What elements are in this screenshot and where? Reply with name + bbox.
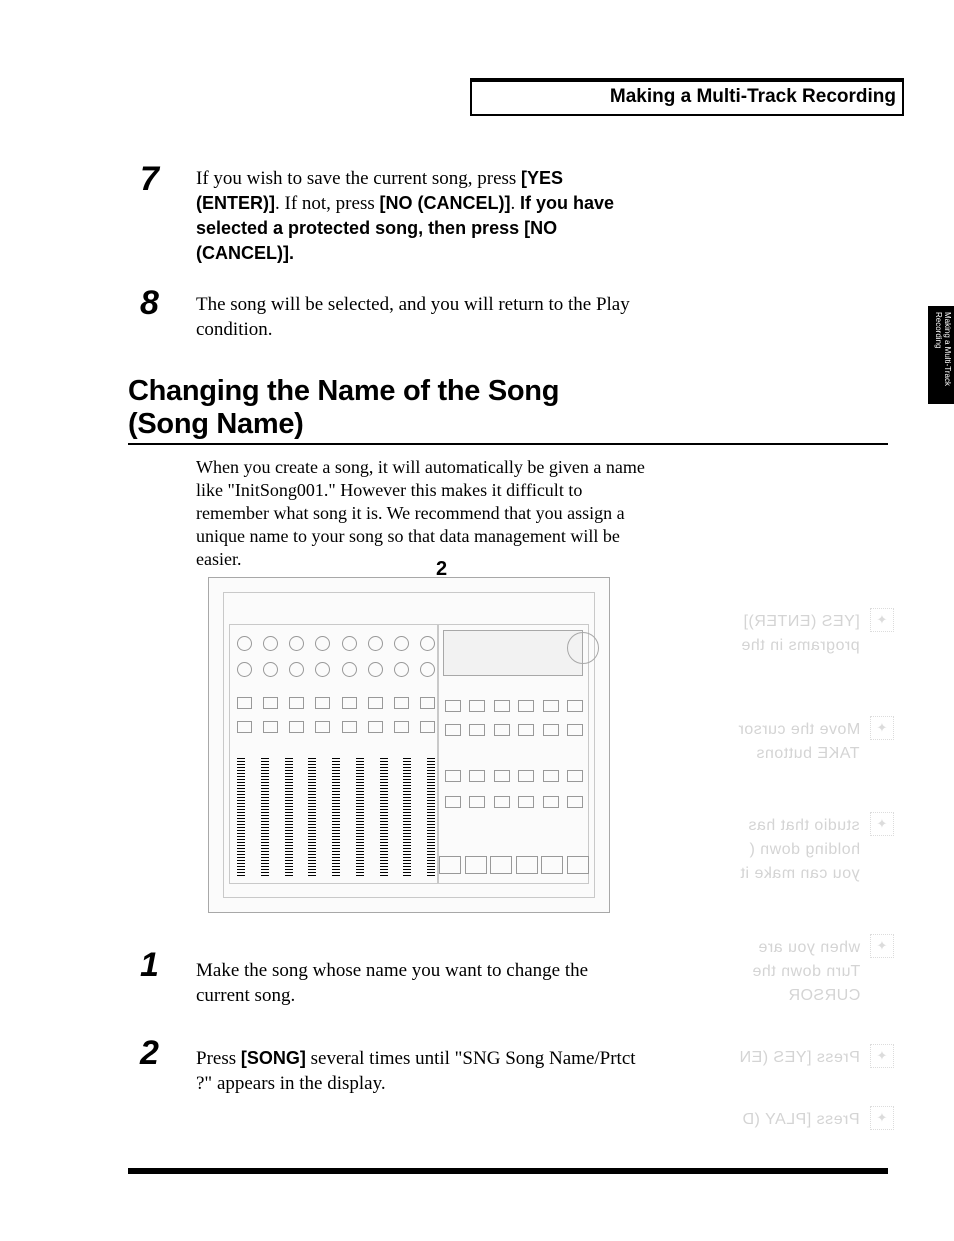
ghost-text: programs in the	[741, 636, 860, 656]
ghost-text: Move the cursor	[738, 720, 860, 740]
step-number-8: 8	[140, 284, 159, 323]
heading-line1: Changing the Name of the Song	[128, 375, 559, 407]
step-number-7: 7	[140, 160, 159, 199]
ghost-text: when you are	[758, 938, 860, 958]
step-text-7: If you wish to save the current song, pr…	[196, 166, 646, 266]
breadcrumb: Making a Multi-Track Recording	[470, 78, 904, 116]
ghost-text: Turn down the	[752, 962, 860, 982]
device-knob-row-2	[237, 658, 435, 680]
device-right-row-1	[445, 698, 583, 714]
device-right-row-4	[445, 794, 583, 810]
side-tab-label: Making a Multi-TrackRecording	[934, 312, 952, 386]
ghost-icon: ✦	[870, 1106, 894, 1130]
ghost-icon: ✦	[870, 934, 894, 958]
device-screen	[443, 630, 583, 676]
ghost-text: studio that has	[748, 816, 860, 836]
ghost-text: you can make it	[740, 864, 860, 884]
device-transport	[439, 854, 589, 876]
section-heading: Changing the Name of the Song (Song Name…	[128, 375, 559, 441]
side-tab: Making a Multi-TrackRecording	[928, 306, 954, 404]
breadcrumb-text: Making a Multi-Track Recording	[610, 86, 896, 107]
ghost-text: Press [PLAY (D	[742, 1110, 860, 1130]
device-right-row-2	[445, 722, 583, 738]
step-text-8: The song will be selected, and you will …	[196, 292, 646, 342]
ghost-text: TAKE buttons	[756, 744, 860, 764]
ghost-text: Press [YES (EN	[739, 1048, 860, 1068]
heading-line2: (Song Name)	[128, 408, 304, 440]
footer-rule	[128, 1168, 888, 1174]
ghost-icon: ✦	[870, 608, 894, 632]
ghost-text: holding down (	[749, 840, 860, 860]
step-number-2: 2	[140, 1034, 159, 1073]
section-intro: When you create a song, it will automati…	[196, 456, 646, 571]
ghost-text: CURSOR	[788, 986, 860, 1006]
device-dial	[567, 632, 599, 664]
device-figure	[208, 577, 610, 913]
ghost-icon: ✦	[870, 716, 894, 740]
step-text-2: Press [SONG] several times until "SNG So…	[196, 1046, 646, 1096]
device-faders	[237, 758, 435, 878]
step-text-1: Make the song whose name you want to cha…	[196, 958, 646, 1008]
heading-rule	[128, 443, 888, 445]
step-number-1: 1	[140, 946, 159, 985]
ghost-text: [YES (ENTER)]	[743, 612, 860, 632]
device-button-row-1	[237, 696, 435, 710]
device-right-row-3	[445, 768, 583, 784]
ghost-icon: ✦	[870, 1044, 894, 1068]
device-button-row-2	[237, 720, 435, 734]
ghost-icon: ✦	[870, 812, 894, 836]
device-knob-row-1	[237, 632, 435, 654]
